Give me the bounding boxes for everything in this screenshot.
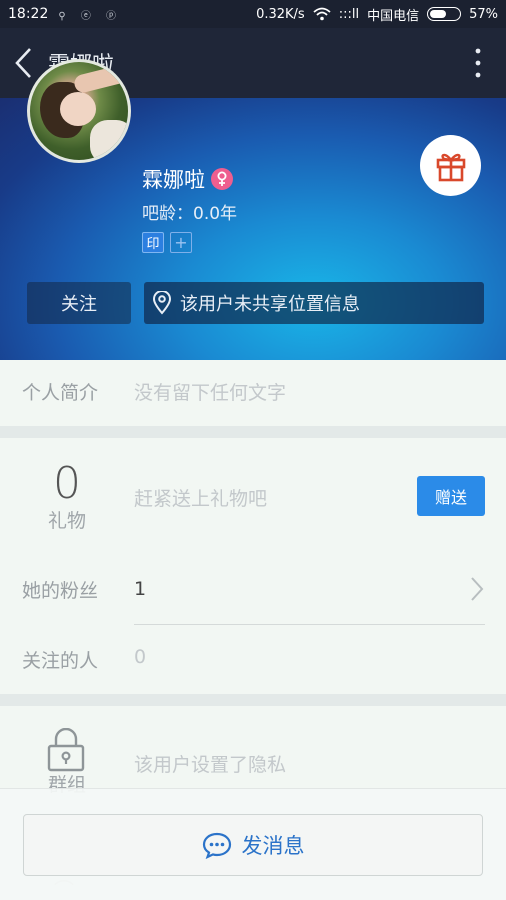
following-label: 关注的人 [22,650,99,672]
send-message-label: 发消息 [241,834,305,858]
wifi-icon [313,7,331,21]
give-gift-button[interactable]: 赠送 [417,476,485,516]
badge-row: 印 + [142,232,192,253]
network-speed: 0.32K/s [256,6,305,22]
carrier-name: 中国电信 [367,8,420,24]
gift-icon [436,153,465,181]
section-divider [0,426,506,438]
battery-icon [427,7,462,21]
status-right: 0.32K/s :::ll 中国电信 57% [256,5,498,24]
chat-bubble-icon [202,832,231,859]
following-value: 0 [134,646,147,668]
chevron-left-icon [15,48,31,78]
seal-badge[interactable]: 印 [142,232,164,253]
status-bar: 18:22 ⚲ ⓔ ⓟ 0.32K/s :::ll 中国电信 57% [0,0,506,28]
name-row: 霖娜啦 [142,164,233,194]
privacy-text: 该用户设置了隐私 [134,754,287,776]
gift-count: 0 [53,458,81,509]
female-icon [211,168,233,190]
lock-icon [46,727,86,776]
location-info: 该用户未共享位置信息 [144,282,484,324]
bar-age-value: 0.0年 [193,204,238,224]
bar-age: 吧龄：0.0年 [142,199,237,224]
intro-value: 没有留下任何文字 [134,382,287,404]
bar-age-label: 吧龄： [142,204,193,224]
gift-label: 礼物 [47,510,86,532]
more-vertical-icon [475,48,481,78]
battery-percent: 57% [469,6,498,22]
location-text: 该用户未共享位置信息 [180,294,360,315]
social-section: 0 礼物 赶紧送上礼物吧 赠送 她的粉丝 1 关注的人 0 [0,438,506,694]
more-button[interactable] [450,28,506,98]
following-row[interactable]: 关注的人 0 [0,626,506,694]
location-pin-icon [152,291,172,315]
gift-hint: 赶紧送上礼物吧 [134,488,268,510]
status-time: 18:22 [8,6,49,22]
intro-section: 个人简介 没有留下任何文字 [0,360,506,426]
bottom-action-bar: 发消息 [0,788,506,900]
row-divider [134,624,485,625]
section-divider [0,694,506,706]
fans-value: 1 [134,578,147,600]
battery-fill [430,10,447,18]
fans-label: 她的粉丝 [22,580,99,602]
intro-label: 个人简介 [22,382,99,404]
fans-row[interactable]: 她的粉丝 1 [0,556,506,626]
send-message-button[interactable]: 发消息 [23,814,483,876]
notification-icons: ⚲ ⓔ ⓟ [58,10,123,22]
avatar[interactable] [27,59,131,163]
gift-button[interactable] [420,135,481,196]
add-badge-button[interactable]: + [170,232,192,253]
follow-button[interactable]: 关注 [27,282,131,324]
user-name: 霖娜啦 [142,168,205,192]
chevron-right-icon [471,577,484,601]
signal-icon: :::ll [338,6,360,22]
